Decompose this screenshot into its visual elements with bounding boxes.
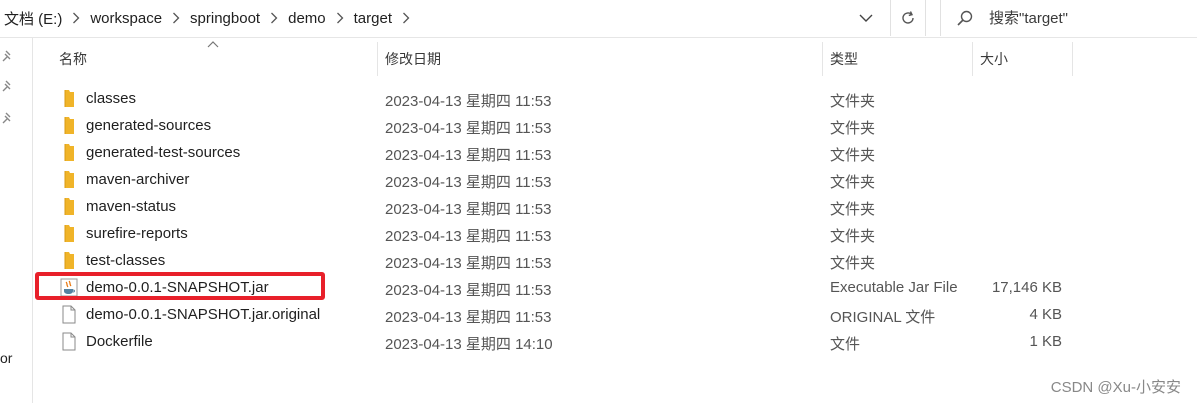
file-name: demo-0.0.1-SNAPSHOT.jar.original [86,306,321,323]
file-name: surefire-reports [86,225,188,242]
file-type: 文件夹 [830,201,876,218]
folder-icon [64,198,74,215]
chevron-right-icon[interactable] [66,0,86,36]
file-type: 文件夹 [830,120,876,137]
file-date: 2023-04-13 星期四 11:53 [385,309,552,326]
breadcrumb-drive[interactable]: 文档 (E:) [0,8,66,29]
file-row[interactable]: classes 2023-04-13 星期四 11:53 文件夹 [52,85,1082,112]
file-row[interactable]: maven-status 2023-04-13 星期四 11:53 文件夹 [52,193,1082,220]
breadcrumb-demo[interactable]: demo [284,10,330,27]
folder-icon [64,252,74,269]
file-type: 文件夹 [830,228,876,245]
file-name: classes [86,90,137,107]
file-name: maven-archiver [86,171,190,188]
search-box[interactable] [940,0,1197,36]
chevron-down-icon[interactable] [856,9,876,27]
file-date: 2023-04-13 星期四 11:53 [385,120,552,137]
file-type: 文件夹 [830,93,876,110]
nav-item-label[interactable]: or [0,350,12,366]
highlight-annotation [35,272,325,300]
watermark: CSDN @Xu-小安安 [1050,379,1181,396]
folder-icon [64,171,74,188]
file-date: 2023-04-13 星期四 11:53 [385,201,552,218]
refresh-button[interactable] [891,0,926,36]
file-date: 2023-04-13 星期四 14:10 [385,336,553,353]
file-name: generated-test-sources [86,144,241,161]
file-row[interactable]: generated-test-sources 2023-04-13 星期四 11… [52,139,1082,166]
address-bar[interactable]: 文档 (E:) workspace springboot demo target [0,0,891,36]
column-divider[interactable] [377,42,378,76]
file-type: ORIGINAL 文件 [830,309,936,326]
file-type: 文件夹 [830,147,876,164]
file-row[interactable]: generated-sources 2023-04-13 星期四 11:53 文… [52,112,1082,139]
file-icon [62,305,76,324]
breadcrumb-springboot[interactable]: springboot [186,10,264,27]
search-input[interactable] [989,9,1189,27]
column-header-size-label: 大小 [980,51,1008,67]
folder-icon [64,90,74,107]
chevron-right-icon[interactable] [396,0,416,36]
chevron-right-icon[interactable] [330,0,350,36]
file-size: 17,146 KB [991,279,1062,296]
file-date: 2023-04-13 星期四 11:53 [385,93,552,110]
file-name: test-classes [86,252,166,269]
file-row[interactable]: surefire-reports 2023-04-13 星期四 11:53 文件… [52,220,1082,247]
file-icon [62,332,76,351]
chevron-right-icon[interactable] [264,0,284,36]
column-header-name-label: 名称 [59,51,87,67]
folder-icon [64,225,74,242]
folder-icon [64,144,74,161]
column-header-type-label: 类型 [830,51,858,67]
file-date: 2023-04-13 星期四 11:53 [385,174,552,191]
file-date: 2023-04-13 星期四 11:53 [385,255,552,272]
file-date: 2023-04-13 星期四 11:53 [385,282,552,299]
column-divider[interactable] [1072,42,1073,76]
column-header-name[interactable]: 名称 [59,42,379,76]
column-header-type[interactable]: 类型 [830,42,965,76]
breadcrumb-target[interactable]: target [350,10,396,27]
column-header-date[interactable]: 修改日期 [385,42,815,76]
file-type: Executable Jar File [830,279,958,296]
file-type: 文件夹 [830,255,876,272]
file-date: 2023-04-13 星期四 11:53 [385,228,552,245]
column-header-date-label: 修改日期 [385,51,441,67]
top-bar: 文档 (E:) workspace springboot demo target [0,0,1197,38]
pin-icon [2,112,11,124]
file-size: 4 KB [1029,306,1062,323]
search-icon [955,8,975,28]
file-type: 文件夹 [830,174,876,191]
file-name: generated-sources [86,117,212,134]
file-name: Dockerfile [86,333,153,350]
pin-icon [2,80,11,92]
pin-icon [2,50,11,62]
file-row[interactable]: test-classes 2023-04-13 星期四 11:53 文件夹 [52,247,1082,274]
chevron-right-icon[interactable] [166,0,186,36]
file-name: maven-status [86,198,177,215]
file-row[interactable]: Dockerfile 2023-04-13 星期四 14:10 文件 1 KB [52,328,1082,355]
column-divider[interactable] [972,42,973,76]
breadcrumb: 文档 (E:) workspace springboot demo target [0,0,416,36]
column-divider[interactable] [822,42,823,76]
folder-icon [64,117,74,134]
breadcrumb-workspace[interactable]: workspace [86,10,166,27]
file-row[interactable]: demo-0.0.1-SNAPSHOT.jar.original 2023-04… [52,301,1082,328]
column-header-size[interactable]: 大小 [980,42,1070,76]
file-size: 1 KB [1029,333,1062,350]
file-row[interactable]: maven-archiver 2023-04-13 星期四 11:53 文件夹 [52,166,1082,193]
refresh-icon [902,11,914,24]
navigation-pane[interactable]: or [0,38,33,403]
file-date: 2023-04-13 星期四 11:53 [385,147,552,164]
file-type: 文件 [830,336,861,353]
